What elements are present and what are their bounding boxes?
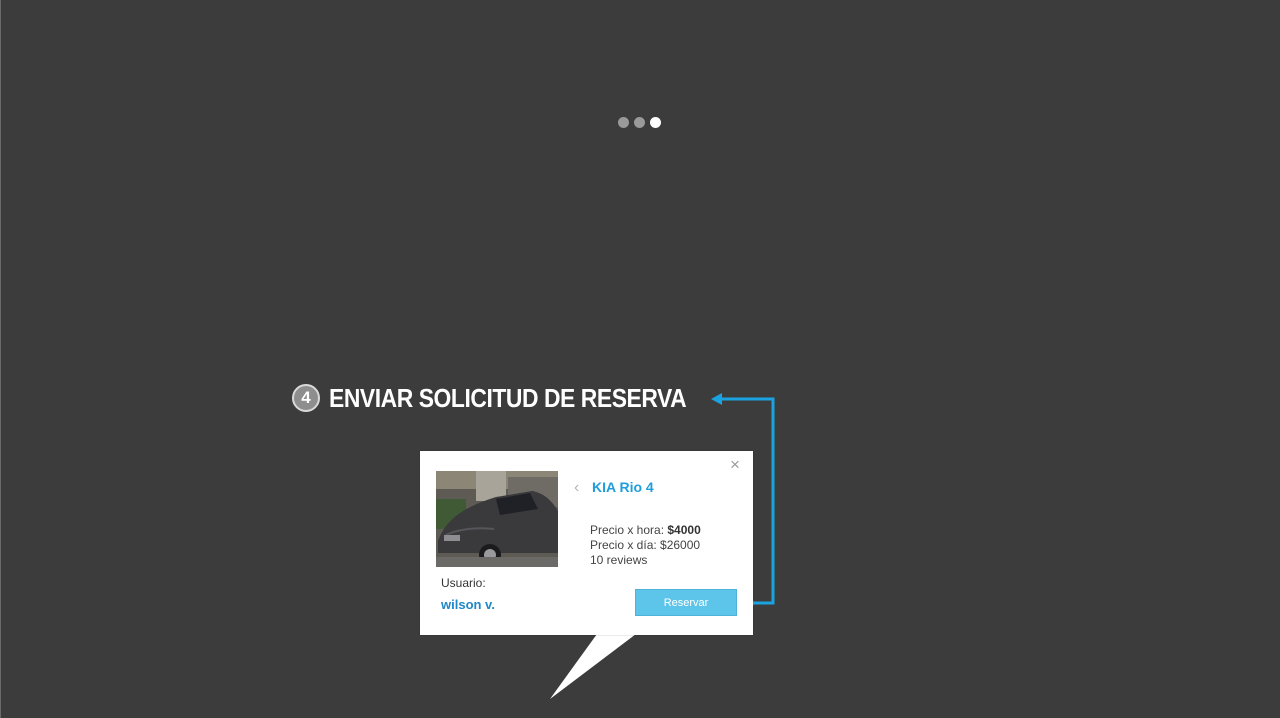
close-icon[interactable]: × [728, 456, 742, 473]
car-name[interactable]: KIA Rio 4 [592, 479, 654, 495]
user-name-link[interactable]: wilson v. [441, 597, 495, 612]
car-popup-card: × ‹ KIA Rio 4 Precio x hora: $4000 Preci [420, 451, 753, 635]
price-per-hour-value: $4000 [667, 523, 701, 537]
frame-edge [0, 0, 1, 718]
tutorial-slide: 4 ENVIAR SOLICITUD DE RESERVA × ‹ KIA Ri… [0, 0, 1280, 718]
number-badge-icon: 4 [292, 384, 320, 412]
price-per-hour-label: Precio x hora: [590, 523, 668, 537]
step-title: ENVIAR SOLICITUD DE RESERVA [329, 382, 687, 413]
pager-dot-1[interactable] [618, 117, 629, 128]
car-photo [436, 471, 558, 567]
price-per-day: Precio x día: $26000 [590, 538, 701, 552]
step-heading: 4 ENVIAR SOLICITUD DE RESERVA [292, 383, 735, 413]
chevron-left-icon[interactable]: ‹ [574, 480, 579, 496]
slide-pager [618, 117, 661, 128]
pager-dot-2[interactable] [634, 117, 645, 128]
reserve-button[interactable]: Reservar [635, 589, 737, 616]
reviews-count[interactable]: 10 reviews [590, 553, 701, 568]
pager-dot-3[interactable] [650, 117, 661, 128]
user-label: Usuario: [441, 576, 486, 590]
car-details: Precio x hora: $4000 Precio x día: $2600… [590, 523, 701, 568]
price-per-hour: Precio x hora: $4000 [590, 523, 701, 538]
car-image-icon [436, 471, 558, 567]
